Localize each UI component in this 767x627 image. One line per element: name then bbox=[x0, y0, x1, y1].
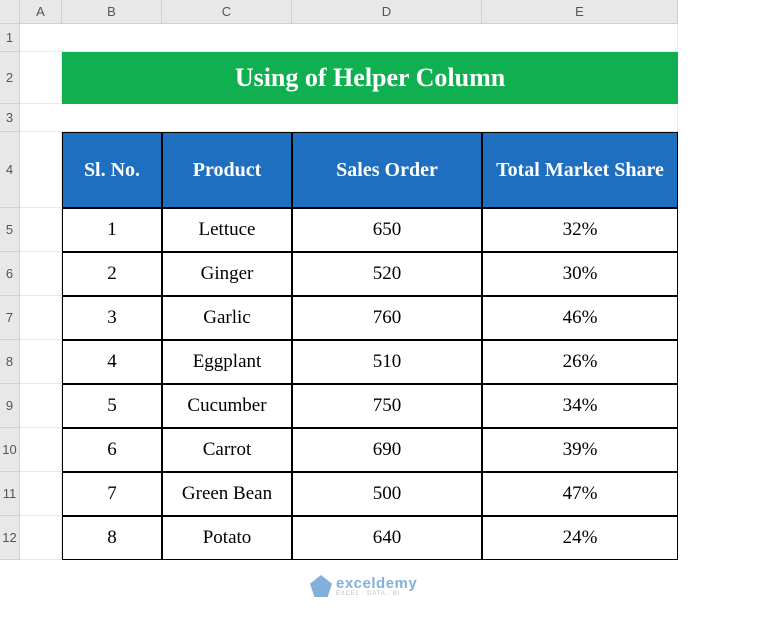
table-header-slno[interactable]: Sl. No. bbox=[62, 132, 162, 208]
row-header-12[interactable]: 12 bbox=[0, 516, 20, 560]
cell-sales[interactable]: 760 bbox=[292, 296, 482, 340]
cell-sales[interactable]: 650 bbox=[292, 208, 482, 252]
cell-sl[interactable]: 7 bbox=[62, 472, 162, 516]
cell-empty[interactable] bbox=[20, 24, 678, 52]
cell-product[interactable]: Garlic bbox=[162, 296, 292, 340]
col-header-A[interactable]: A bbox=[20, 0, 62, 24]
cell-sl[interactable]: 4 bbox=[62, 340, 162, 384]
cell-A5[interactable] bbox=[20, 208, 62, 252]
cell-share[interactable]: 30% bbox=[482, 252, 678, 296]
cell-A6[interactable] bbox=[20, 252, 62, 296]
cell-A8[interactable] bbox=[20, 340, 62, 384]
cell-sl[interactable]: 8 bbox=[62, 516, 162, 560]
cell-sales[interactable]: 500 bbox=[292, 472, 482, 516]
col-header-E[interactable]: E bbox=[482, 0, 678, 24]
col-header-D[interactable]: D bbox=[292, 0, 482, 24]
row-header-9[interactable]: 9 bbox=[0, 384, 20, 428]
cell-share[interactable]: 47% bbox=[482, 472, 678, 516]
cell-sales[interactable]: 690 bbox=[292, 428, 482, 472]
cell-sl[interactable]: 2 bbox=[62, 252, 162, 296]
watermark-main: exceldemy bbox=[336, 576, 417, 591]
row-header-3[interactable]: 3 bbox=[0, 104, 20, 132]
cell-share[interactable]: 24% bbox=[482, 516, 678, 560]
cell-A7[interactable] bbox=[20, 296, 62, 340]
cell-sl[interactable]: 1 bbox=[62, 208, 162, 252]
row-header-1[interactable]: 1 bbox=[0, 24, 20, 52]
cell-sl[interactable]: 3 bbox=[62, 296, 162, 340]
cell-A10[interactable] bbox=[20, 428, 62, 472]
grid-corner[interactable] bbox=[0, 0, 20, 24]
cell-sales[interactable]: 640 bbox=[292, 516, 482, 560]
watermark: exceldemy EXCEL · DATA · BI bbox=[310, 575, 417, 597]
row-header-4[interactable]: 4 bbox=[0, 132, 20, 208]
cell-product[interactable]: Eggplant bbox=[162, 340, 292, 384]
cell-product[interactable]: Potato bbox=[162, 516, 292, 560]
row-header-10[interactable]: 10 bbox=[0, 428, 20, 472]
table-header-product[interactable]: Product bbox=[162, 132, 292, 208]
cell-empty-r3[interactable] bbox=[20, 104, 678, 132]
cell-product[interactable]: Lettuce bbox=[162, 208, 292, 252]
cell-A11[interactable] bbox=[20, 472, 62, 516]
table-header-sales[interactable]: Sales Order bbox=[292, 132, 482, 208]
row-header-6[interactable]: 6 bbox=[0, 252, 20, 296]
cell-product[interactable]: Ginger bbox=[162, 252, 292, 296]
col-header-C[interactable]: C bbox=[162, 0, 292, 24]
row-header-11[interactable]: 11 bbox=[0, 472, 20, 516]
cell-sales[interactable]: 510 bbox=[292, 340, 482, 384]
table-header-share[interactable]: Total Market Share bbox=[482, 132, 678, 208]
watermark-text: exceldemy EXCEL · DATA · BI bbox=[336, 576, 417, 597]
row-header-7[interactable]: 7 bbox=[0, 296, 20, 340]
cell-share[interactable]: 34% bbox=[482, 384, 678, 428]
cell-A12[interactable] bbox=[20, 516, 62, 560]
title-banner[interactable]: Using of Helper Column bbox=[62, 52, 678, 104]
cell-share[interactable]: 39% bbox=[482, 428, 678, 472]
cell-product[interactable]: Green Bean bbox=[162, 472, 292, 516]
cell-product[interactable]: Carrot bbox=[162, 428, 292, 472]
cell-sales[interactable]: 750 bbox=[292, 384, 482, 428]
spreadsheet-grid: A B C D E 1 2 Using of Helper Column 3 4… bbox=[0, 0, 767, 560]
cell-A9[interactable] bbox=[20, 384, 62, 428]
cell-sl[interactable]: 6 bbox=[62, 428, 162, 472]
cell-share[interactable]: 26% bbox=[482, 340, 678, 384]
cell-sl[interactable]: 5 bbox=[62, 384, 162, 428]
cell-share[interactable]: 46% bbox=[482, 296, 678, 340]
col-header-B[interactable]: B bbox=[62, 0, 162, 24]
row-header-8[interactable]: 8 bbox=[0, 340, 20, 384]
cell-product[interactable]: Cucumber bbox=[162, 384, 292, 428]
cell-sales[interactable]: 520 bbox=[292, 252, 482, 296]
cell-A4[interactable] bbox=[20, 132, 62, 208]
cell-share[interactable]: 32% bbox=[482, 208, 678, 252]
watermark-sub: EXCEL · DATA · BI bbox=[336, 591, 417, 597]
row-header-5[interactable]: 5 bbox=[0, 208, 20, 252]
watermark-badge-icon bbox=[310, 575, 332, 597]
row-header-2[interactable]: 2 bbox=[0, 52, 20, 104]
cell-A2[interactable] bbox=[20, 52, 62, 104]
